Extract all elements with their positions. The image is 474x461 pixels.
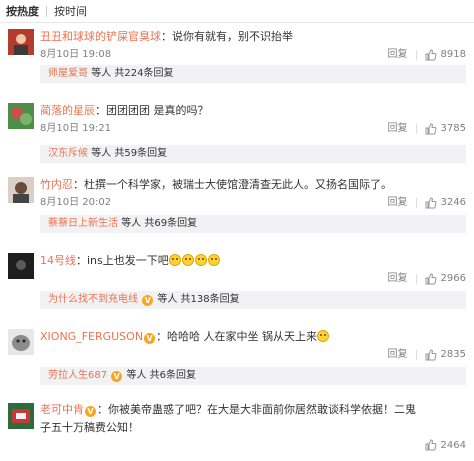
divider: [415, 274, 417, 284]
reply-usernames[interactable]: 劳拉人生687: [48, 370, 107, 381]
divider: [46, 5, 47, 17]
reply-button[interactable]: 回复: [388, 195, 408, 211]
reply-button[interactable]: 回复: [388, 347, 408, 363]
replies-summary[interactable]: 汉东斥候 等人 共59条回复: [40, 145, 466, 163]
comment-item: 丑丑和球球的铲屎官臭球：说你有就有，别不识抬举 8月10日 19:08 回复 8…: [0, 23, 474, 89]
comment-username[interactable]: XIONG_FERGUSON: [40, 330, 143, 343]
reply-usernames[interactable]: 汉东斥候: [48, 148, 88, 159]
comment-time: 8月10日 19:21: [40, 123, 112, 134]
thumbs-up-icon[interactable]: [425, 49, 437, 61]
divider: [415, 124, 417, 134]
reply-button[interactable]: 回复: [388, 47, 408, 63]
comment-text: ：杜撰一个科学家，被瑞士大使馆澄清查无此人。又扬名国际了。: [73, 178, 392, 191]
avatar[interactable]: [8, 253, 34, 279]
reply-button[interactable]: 回复: [388, 121, 408, 137]
avatar[interactable]: [8, 329, 34, 355]
thumbs-up-icon[interactable]: [425, 349, 437, 361]
like-count: 3785: [440, 123, 466, 134]
avatar[interactable]: [8, 103, 34, 129]
sort-bar: 按热度 按时间: [0, 0, 474, 23]
reply-count-text: 等人 共138条回复: [157, 294, 240, 305]
comment-item: 蔺落的星辰：团团团团 是真的吗？ 8月10日 19:21 回复 3785 汉东斥…: [0, 89, 474, 169]
like-count: 8918: [440, 49, 466, 60]
divider: [415, 350, 417, 360]
comment-text: ：说你有就有，别不识抬举: [161, 30, 293, 43]
comment-text: ：你被美帝蛊惑了吧？在大是大非面前你居然敢谈科学依据！二鬼子五十万稿费公知！: [40, 403, 416, 434]
divider: [415, 50, 417, 60]
smile-emoji-icon: [194, 254, 207, 266]
thumbs-up-icon[interactable]: [425, 439, 437, 451]
comment-time: 8月10日 20:02: [40, 197, 112, 208]
comment-time: 8月10日 19:08: [40, 49, 112, 60]
vip-badge-icon: V: [142, 295, 154, 306]
thumbs-up-icon[interactable]: [425, 197, 437, 209]
comment-text: ：哈哈哈 人在家中坐 锅从天上来: [156, 330, 318, 343]
avatar[interactable]: [8, 177, 34, 203]
comment-item: XIONG_FERGUSON V ：哈哈哈 人在家中坐 锅从天上来 回复 2835 …: [0, 319, 474, 395]
sort-by-hot-tab[interactable]: 按热度: [6, 3, 39, 19]
like-count: 3246: [440, 197, 466, 208]
comment-item: 老可中肯 V ：你被美帝蛊惑了吧？在大是大非面前你居然敢谈科学依据！二鬼子五十万稿费…: [0, 395, 474, 455]
comment-username[interactable]: 竹内忍: [40, 178, 73, 191]
comment-username[interactable]: 丑丑和球球的铲屎官臭球: [40, 30, 161, 43]
comment-text: ：ins上也发一下吧: [76, 254, 169, 267]
reply-count-text: 等人 共59条回复: [91, 148, 168, 159]
reply-count-text: 等人 共6条回复: [126, 370, 197, 381]
thumbs-up-icon[interactable]: [425, 123, 437, 135]
replies-summary[interactable]: 劳拉人生687 V 等人 共6条回复: [40, 367, 466, 385]
avatar[interactable]: [8, 403, 34, 429]
replies-summary[interactable]: 蔡蔡日上新生活 等人 共69条回复: [40, 215, 466, 233]
smile-emoji-icon: [168, 254, 181, 266]
reply-usernames[interactable]: 蔡蔡日上新生活: [48, 218, 118, 229]
replies-summary[interactable]: 为什么找不到充电线 V 等人 共138条回复: [40, 291, 466, 309]
wink-emoji-icon: [317, 330, 330, 342]
reply-usernames[interactable]: 为什么找不到充电线: [48, 294, 138, 305]
vip-badge-icon: V: [144, 333, 156, 344]
vip-badge-icon: V: [111, 371, 123, 382]
comment-username[interactable]: 蔺落的星辰: [40, 104, 95, 117]
reply-count-text: 等人 共224条回复: [91, 68, 174, 79]
sort-by-time-tab[interactable]: 按时间: [54, 3, 87, 19]
like-count: 2835: [440, 349, 466, 360]
comment-item: 14号线：ins上也发一下吧 回复 2966 为什么找不到充电线 V 等人 共1…: [0, 243, 474, 319]
smile-emoji-icon: [181, 254, 194, 266]
reply-usernames[interactable]: 师屋爱哥: [48, 68, 88, 79]
comment-username[interactable]: 14号线: [40, 254, 76, 267]
comment-text: ：团团团团 是真的吗？: [95, 104, 209, 117]
divider: [415, 198, 417, 208]
smile-emoji-icon: [207, 254, 220, 266]
replies-summary[interactable]: 师屋爱哥 等人 共224条回复: [40, 65, 466, 83]
comment-item: 竹内忍：杜撰一个科学家，被瑞士大使馆澄清查无此人。又扬名国际了。 8月10日 2…: [0, 169, 474, 243]
reply-count-text: 等人 共69条回复: [121, 218, 198, 229]
avatar[interactable]: [8, 29, 34, 55]
reply-button[interactable]: 回复: [388, 271, 408, 287]
thumbs-up-icon[interactable]: [425, 273, 437, 285]
comment-username[interactable]: 老可中肯: [40, 403, 84, 416]
vip-badge-icon: V: [85, 406, 96, 417]
like-count: 2966: [440, 273, 466, 284]
like-count: 2464: [440, 439, 466, 451]
